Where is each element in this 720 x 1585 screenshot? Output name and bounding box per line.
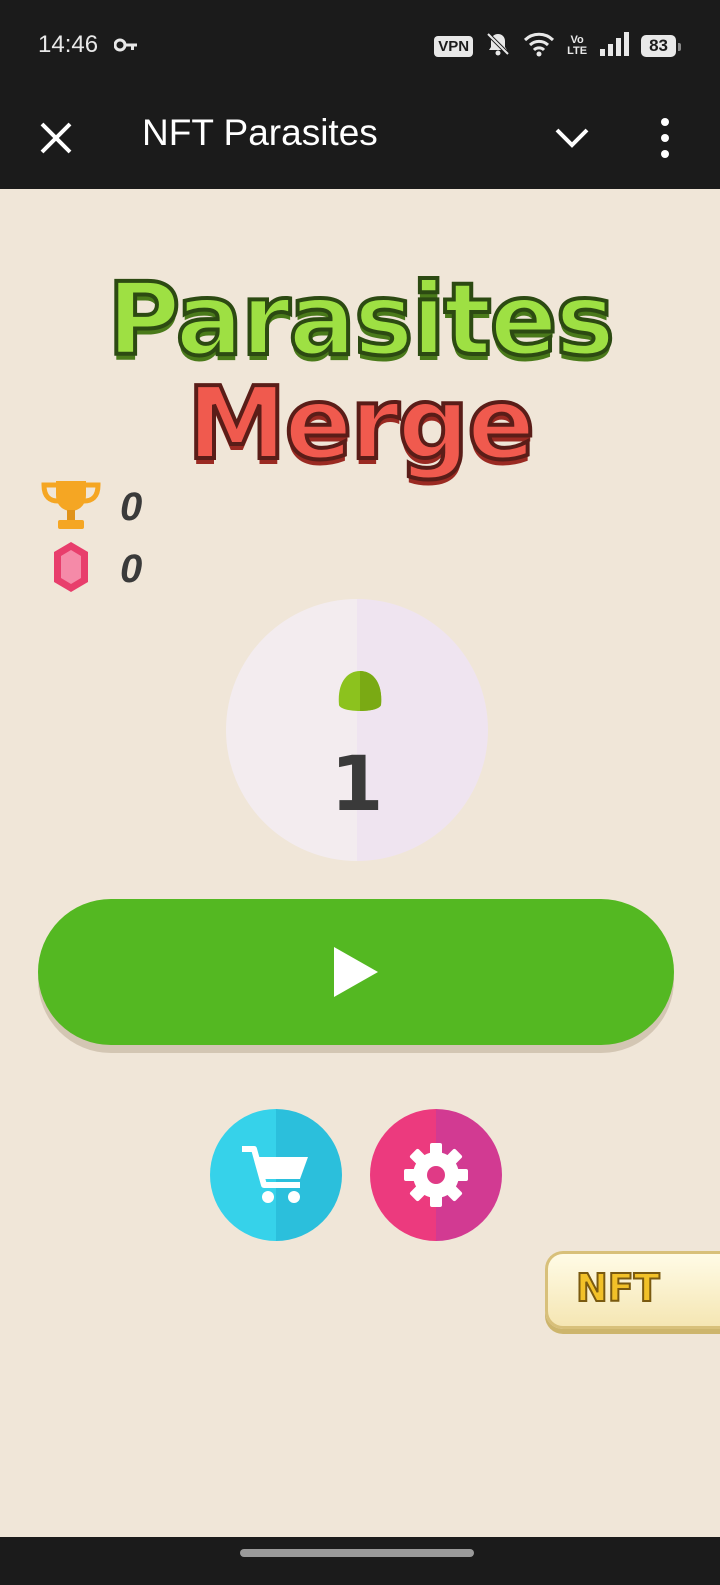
battery-level: 83: [649, 36, 668, 55]
battery-icon: 83: [641, 35, 681, 57]
status-time: 14:46: [38, 31, 99, 58]
gear-icon: [404, 1143, 468, 1207]
shop-button[interactable]: [210, 1109, 342, 1241]
game-canvas: Parasites Merge 0 0 1 NFT: [0, 189, 720, 1537]
play-icon: [332, 945, 380, 1004]
status-bar: 14:46 VPN Vo LTE 83: [0, 0, 720, 88]
navigation-bar: [0, 1537, 720, 1585]
app-bar: NFT Parasites: [0, 88, 720, 189]
wifi-icon: [523, 31, 555, 62]
level-number: 1: [330, 739, 384, 828]
chevron-down-icon[interactable]: [552, 118, 592, 158]
vpn-badge: VPN: [434, 35, 474, 57]
gem-count: 0: [120, 546, 143, 591]
cart-icon: [242, 1146, 308, 1203]
settings-button[interactable]: [370, 1109, 502, 1241]
level-indicator: 1: [226, 599, 488, 861]
play-button[interactable]: [38, 899, 674, 1045]
nft-label: NFT: [575, 1265, 661, 1311]
nft-button[interactable]: NFT: [545, 1251, 720, 1329]
page-title: NFT Parasites: [142, 112, 378, 153]
volte-indicator: Vo LTE: [567, 35, 587, 57]
trophy-icon: [38, 479, 104, 536]
close-icon[interactable]: [36, 118, 76, 158]
more-vert-icon[interactable]: [650, 114, 680, 162]
home-gesture-handle[interactable]: [240, 1549, 474, 1557]
parasite-icon: [335, 669, 385, 722]
gem-stat: 0: [38, 539, 142, 599]
trophy-stat: 0: [38, 477, 142, 537]
key-icon: [113, 38, 138, 57]
volte-bottom: LTE: [567, 45, 588, 57]
gem-icon: [38, 540, 90, 599]
trophy-count: 0: [120, 484, 143, 529]
signal-icon: [599, 31, 630, 62]
mute-icon: [485, 31, 511, 62]
status-icons: VPN Vo LTE 83: [434, 30, 681, 62]
logo-subtitle: Merge: [185, 363, 537, 484]
logo-title: Parasites: [105, 259, 617, 380]
